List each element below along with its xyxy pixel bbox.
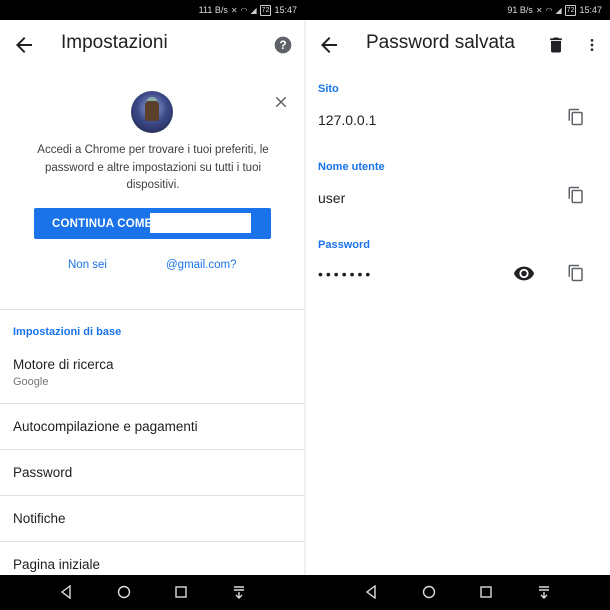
battery-level: 72 [259, 4, 272, 16]
page-title: Impostazioni [61, 32, 168, 53]
clock: 15:47 [274, 5, 297, 15]
continue-label: CONTINUA COME [52, 217, 153, 230]
divider [0, 309, 305, 310]
field-label-site: Sito [318, 83, 339, 95]
help-icon[interactable]: ? [273, 35, 293, 55]
not-you-email-link[interactable]: @gmail.com? [166, 259, 236, 271]
divider [0, 541, 305, 542]
mute-icon: ✕ [535, 5, 543, 15]
nav-recents-icon[interactable] [479, 585, 493, 599]
copy-icon[interactable] [567, 263, 585, 283]
page-title: Password salvata [366, 32, 515, 53]
close-icon[interactable] [272, 93, 290, 111]
item-title: Notifiche [13, 511, 66, 526]
redacted-name [150, 213, 251, 233]
item-title: Autocompilazione e pagamenti [13, 419, 198, 434]
copy-icon[interactable] [567, 107, 585, 127]
network-speed: 111 B/s [198, 5, 228, 15]
nav-notifications-icon[interactable] [232, 585, 246, 599]
saved-password-screen: 91 B/s ✕ ◠ ◢ 72 15:47 Password salvata S… [305, 0, 610, 610]
battery-level: 72 [564, 4, 577, 16]
back-arrow-icon[interactable] [12, 33, 36, 57]
signal-icon: ◢ [250, 5, 257, 15]
svg-text:?: ? [279, 39, 286, 52]
trash-icon[interactable] [546, 34, 566, 56]
clock: 15:47 [579, 5, 602, 15]
copy-icon[interactable] [567, 185, 585, 205]
system-nav-bar [0, 575, 610, 610]
section-header-basic: Impostazioni di base [13, 326, 122, 338]
signal-icon: ◢ [555, 5, 562, 15]
settings-screen: 111 B/s ✕ ◠ ◢ 72 15:47 Impostazioni ? Ac… [0, 0, 305, 610]
signin-promo-text: Accedi a Chrome per trovare i tuoi prefe… [37, 144, 269, 191]
network-speed: 91 B/s [507, 5, 533, 15]
field-value-username: user [318, 190, 346, 206]
eye-icon[interactable] [513, 265, 535, 281]
app-bar: Password salvata [305, 20, 610, 70]
nav-home-icon[interactable] [117, 585, 131, 599]
item-title: Pagina iniziale [13, 557, 101, 572]
panel-separator [304, 20, 306, 575]
status-bar: 111 B/s ✕ ◠ ◢ 72 15:47 [0, 0, 305, 20]
wifi-icon: ◠ [240, 5, 248, 15]
app-bar: Impostazioni ? [0, 20, 305, 70]
nav-home-icon[interactable] [422, 585, 436, 599]
not-you-link[interactable]: Non sei [68, 259, 107, 271]
avatar [131, 91, 173, 133]
field-value-site: 127.0.0.1 [318, 112, 377, 128]
divider [0, 403, 305, 404]
wifi-icon: ◠ [545, 5, 553, 15]
nav-back-icon[interactable] [59, 585, 73, 599]
mute-icon: ✕ [230, 5, 238, 15]
nav-recents-icon[interactable] [174, 585, 188, 599]
status-bar: 91 B/s ✕ ◠ ◢ 72 15:47 [305, 0, 610, 20]
field-label-password: Password [318, 239, 370, 251]
item-subtitle: Google [13, 376, 49, 388]
divider [0, 495, 305, 496]
item-title: Password [13, 465, 73, 480]
field-value-password: ••••••• [318, 266, 374, 282]
more-vert-icon[interactable] [584, 34, 600, 56]
back-arrow-icon[interactable] [317, 33, 341, 57]
nav-back-icon[interactable] [364, 585, 378, 599]
divider [0, 449, 305, 450]
nav-notifications-icon[interactable] [537, 585, 551, 599]
field-label-username: Nome utente [318, 161, 385, 173]
item-title: Motore di ricerca [13, 357, 114, 372]
